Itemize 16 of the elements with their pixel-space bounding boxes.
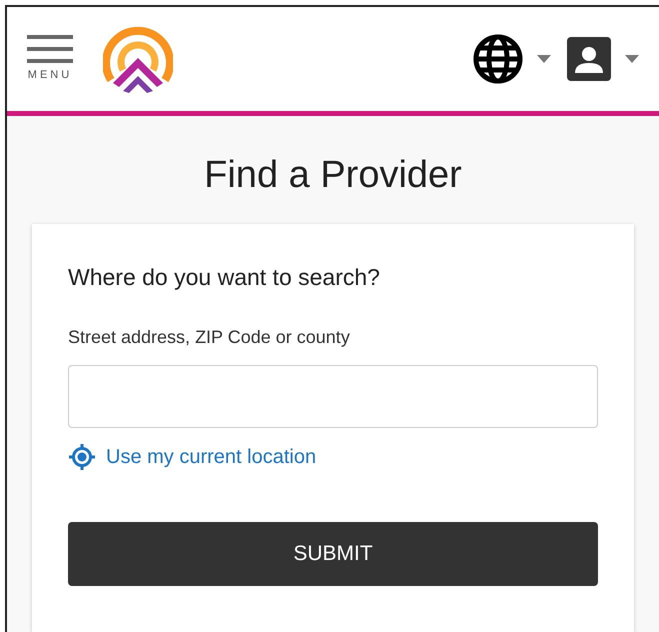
caret-icon [625, 55, 639, 63]
logo-icon [103, 25, 173, 93]
address-input[interactable] [68, 365, 598, 428]
menu-icon [27, 34, 73, 65]
account-button[interactable] [567, 37, 639, 81]
submit-button[interactable]: SUBMIT [68, 522, 598, 586]
card-heading: Where do you want to search? [68, 262, 381, 292]
page-title: Find a Provider [203, 153, 463, 198]
menu-button[interactable]: MENU [27, 34, 73, 84]
account-icon [567, 37, 611, 81]
field-label: Street address, ZIP Code or county [68, 326, 351, 349]
language-button[interactable] [473, 34, 551, 84]
caret-icon [537, 55, 551, 63]
location-target-icon [68, 443, 96, 471]
globe-icon [473, 34, 523, 84]
current-location-link[interactable]: Use my current location [68, 442, 316, 472]
